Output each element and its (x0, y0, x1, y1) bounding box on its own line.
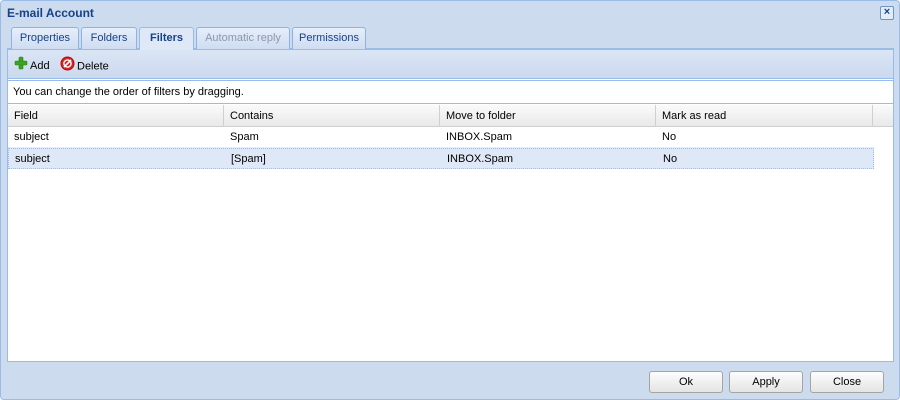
column-header-mark-as-read[interactable]: Mark as read (656, 105, 873, 127)
delete-icon (60, 56, 75, 77)
cell-field: subject (15, 153, 50, 165)
tab-strip: Properties Folders Filters Automatic rep… (7, 26, 894, 50)
ok-button[interactable]: Ok (649, 371, 723, 393)
column-header-contains[interactable]: Contains (224, 105, 440, 127)
cell-mark-as-read: No (662, 131, 677, 143)
tab-folders[interactable]: Folders (81, 27, 137, 49)
plus-icon (14, 56, 28, 76)
filters-grid: Field Contains Move to folder Mark as re… (8, 105, 893, 361)
delete-label: Delete (77, 60, 109, 73)
tab-filters[interactable]: Filters (139, 27, 194, 50)
cell-mark-as-read: No (663, 153, 678, 165)
filters-toolbar: Add Delete (8, 50, 893, 79)
cell-folder: INBOX.Spam (447, 153, 514, 165)
tab-permissions[interactable]: Permissions (292, 27, 366, 49)
column-header-move-to-folder[interactable]: Move to folder (440, 105, 656, 127)
tab-properties[interactable]: Properties (11, 27, 79, 49)
cell-field: subject (14, 131, 49, 143)
cell-contains: Spam (230, 131, 259, 143)
cell-folder: INBOX.Spam (446, 131, 513, 143)
table-row[interactable]: subject Spam INBOX.Spam No (8, 127, 874, 148)
filters-panel: Add Delete You can change the order of f… (7, 49, 894, 362)
close-button[interactable]: Close (810, 371, 884, 393)
dialog-footer: Ok Apply Close (1, 363, 899, 399)
add-button[interactable]: Add (14, 56, 50, 74)
add-label: Add (30, 59, 50, 72)
delete-button[interactable]: Delete (60, 56, 109, 74)
email-account-dialog: E-mail Account × Properties Folders Filt… (0, 0, 900, 400)
column-header-field[interactable]: Field (8, 105, 224, 127)
drag-order-hint: You can change the order of filters by d… (8, 80, 893, 104)
table-row-selected[interactable]: subject [Spam] INBOX.Spam No (8, 148, 874, 169)
dialog-title: E-mail Account (7, 6, 94, 20)
close-icon[interactable]: × (880, 6, 894, 20)
apply-button[interactable]: Apply (729, 371, 803, 393)
cell-contains: [Spam] (231, 153, 266, 165)
tab-automatic-reply: Automatic reply (196, 27, 290, 49)
title-bar: E-mail Account × (1, 1, 899, 25)
grid-header: Field Contains Move to folder Mark as re… (8, 105, 893, 127)
